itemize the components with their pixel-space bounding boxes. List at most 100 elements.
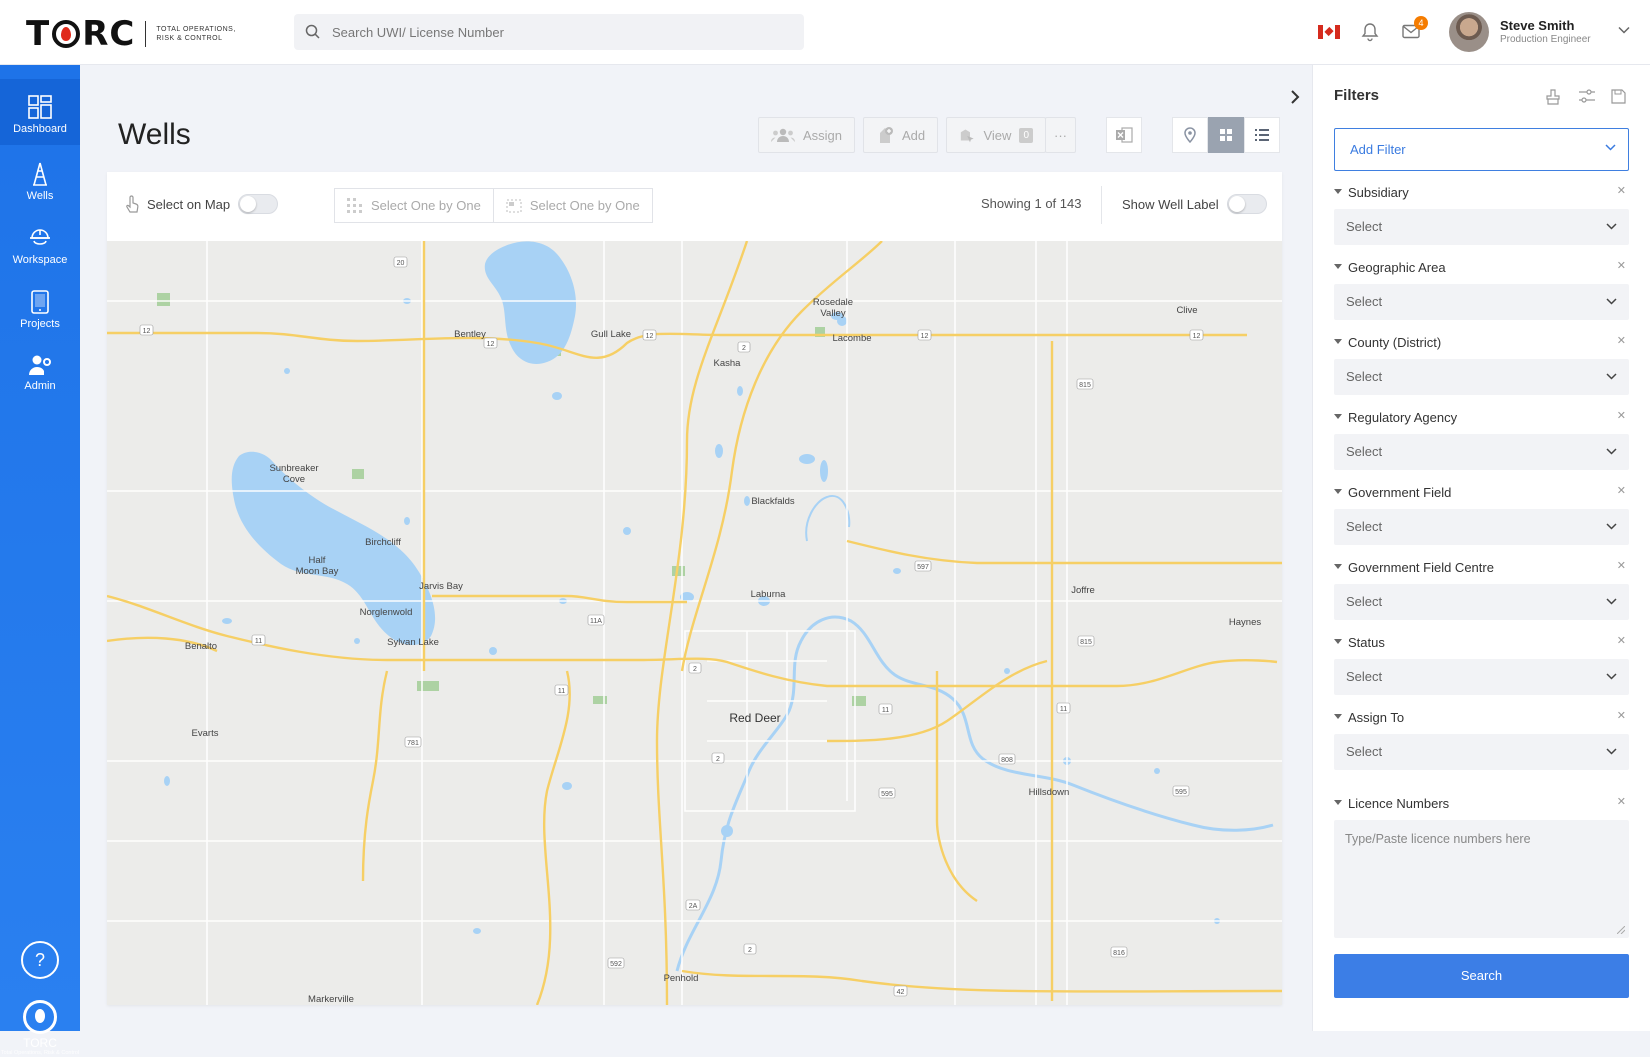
remove-filter-icon[interactable]: ✕ — [1617, 409, 1626, 422]
select-on-map-toggle[interactable] — [238, 194, 279, 214]
filter-select[interactable]: Select — [1334, 584, 1629, 620]
remove-filter-icon[interactable]: ✕ — [1617, 334, 1626, 347]
chevron-down-icon — [1606, 748, 1617, 755]
assign-label: Assign — [803, 127, 843, 143]
add-well-icon — [880, 127, 893, 143]
route-shield: 2 — [688, 662, 702, 674]
chevron-down-icon[interactable] — [1618, 26, 1630, 34]
user-avatar[interactable] — [1449, 12, 1489, 52]
caret-down-icon[interactable] — [1334, 800, 1342, 806]
collapse-panel-chevron-icon[interactable] — [1290, 90, 1300, 104]
export-excel-button[interactable] — [1106, 117, 1142, 153]
filter-label: Geographic Area — [1348, 259, 1446, 275]
user-name[interactable]: Steve Smith — [1500, 18, 1574, 33]
list-view-button[interactable] — [1244, 117, 1280, 153]
select-one-by-one-button-a[interactable]: Select One by One — [335, 189, 494, 222]
footer-logo-name: TORC — [23, 1036, 57, 1050]
sliders-icon[interactable] — [1579, 89, 1595, 103]
search-bar[interactable] — [294, 14, 804, 50]
search-icon — [305, 24, 320, 39]
filter-select[interactable]: Select — [1334, 284, 1629, 320]
route-shield: 2 — [711, 752, 725, 764]
caret-down-icon[interactable] — [1334, 714, 1342, 720]
place-label: Birchcliff — [365, 537, 401, 548]
route-shield: 815 — [1077, 635, 1095, 647]
filter-select-value: Select — [1346, 369, 1383, 384]
add-filter-dropdown[interactable]: Add Filter — [1334, 128, 1629, 171]
filter-select[interactable]: Select — [1334, 659, 1629, 695]
caret-down-icon[interactable] — [1334, 339, 1342, 345]
add-button[interactable]: Add — [863, 117, 939, 153]
place-label: Norglenwold — [360, 607, 413, 618]
grid-view-button[interactable] — [1208, 117, 1244, 153]
map-canvas[interactable]: 20 12 12 12 2 12 12 815 597 11A 11 2 11 … — [107, 241, 1282, 1005]
route-shield: 12 — [483, 337, 498, 349]
assign-button[interactable]: Assign — [758, 117, 856, 153]
filter-select[interactable]: Select — [1334, 359, 1629, 395]
caret-down-icon[interactable] — [1334, 189, 1342, 195]
filter-select-value: Select — [1346, 219, 1383, 234]
remove-filter-icon[interactable]: ✕ — [1617, 259, 1626, 272]
svg-text:815: 815 — [1079, 382, 1091, 389]
view-wells-icon — [960, 129, 974, 143]
place-label: Gull Lake — [591, 329, 631, 340]
remove-filter-icon[interactable]: ✕ — [1617, 559, 1626, 572]
map-toolbar: Select on Map Select One by One Select O… — [107, 172, 1282, 241]
view-button[interactable]: View 0 — [946, 117, 1046, 153]
filter-select[interactable]: Select — [1334, 209, 1629, 245]
filter-select-value: Select — [1346, 294, 1383, 309]
hand-pointer-icon — [126, 195, 139, 213]
map-view-button[interactable] — [1172, 117, 1208, 153]
caret-down-icon[interactable] — [1334, 414, 1342, 420]
licence-numbers-textarea[interactable]: Type/Paste licence numbers here — [1334, 820, 1629, 938]
svg-text:592: 592 — [610, 961, 622, 968]
svg-text:2: 2 — [748, 947, 752, 954]
sidebar-item-projects[interactable]: Projects — [0, 276, 80, 340]
help-button[interactable]: ? — [21, 941, 59, 979]
remove-filter-icon[interactable]: ✕ — [1617, 795, 1626, 808]
resize-handle-icon[interactable] — [1617, 926, 1625, 934]
map-svg[interactable]: 20 12 12 12 2 12 12 815 597 11A 11 2 11 … — [107, 241, 1282, 1005]
filters-title: Filters — [1334, 87, 1380, 104]
remove-filter-icon[interactable]: ✕ — [1617, 634, 1626, 647]
add-filter-label: Add Filter — [1350, 142, 1406, 157]
remove-filter-icon[interactable]: ✕ — [1617, 484, 1626, 497]
filter-label: County (District) — [1348, 334, 1442, 350]
show-well-label-toggle[interactable] — [1226, 194, 1267, 214]
view-label: View — [983, 127, 1012, 143]
sidebar-item-wells[interactable]: Wells — [0, 148, 80, 212]
tablet-icon — [31, 290, 49, 314]
caret-down-icon[interactable] — [1334, 564, 1342, 570]
select-one-by-one-button-b[interactable]: Select One by One — [494, 189, 652, 222]
search-button[interactable]: Search — [1334, 954, 1629, 998]
filter-group: Status ✕ Select — [1334, 633, 1629, 695]
sidebar-item-workspace[interactable]: Workspace — [0, 212, 80, 276]
bell-icon[interactable] — [1361, 22, 1379, 42]
clear-filters-icon[interactable] — [1546, 89, 1560, 105]
more-actions-button[interactable]: ··· — [1045, 117, 1076, 153]
remove-filter-icon[interactable]: ✕ — [1617, 184, 1626, 197]
filter-select[interactable]: Select — [1334, 434, 1629, 470]
svg-text:12: 12 — [487, 341, 495, 348]
route-shield: 2 — [737, 341, 751, 353]
place-label: Red Deer — [729, 711, 780, 725]
save-icon[interactable] — [1611, 89, 1626, 104]
place-label: Bentley — [454, 329, 486, 340]
place-label: Valley — [820, 308, 845, 319]
filter-select[interactable]: Select — [1334, 734, 1629, 770]
filter-select[interactable]: Select — [1334, 509, 1629, 545]
svg-text:11: 11 — [1060, 706, 1067, 713]
svg-text:595: 595 — [1175, 789, 1187, 796]
torc-logo[interactable]: T RC TOTAL OPERATIONS, RISK & CONTROL — [26, 14, 236, 54]
canada-flag-icon[interactable] — [1318, 25, 1340, 39]
caret-down-icon[interactable] — [1334, 264, 1342, 270]
view-count-badge: 0 — [1019, 127, 1033, 143]
remove-filter-icon[interactable]: ✕ — [1617, 709, 1626, 722]
dashboard-icon — [28, 95, 52, 119]
search-input[interactable] — [332, 24, 804, 40]
caret-down-icon[interactable] — [1334, 489, 1342, 495]
grid-icon — [1220, 129, 1232, 141]
sidebar-item-dashboard[interactable]: Dashboard — [0, 79, 80, 145]
sidebar-item-admin[interactable]: Admin — [0, 340, 80, 404]
caret-down-icon[interactable] — [1334, 639, 1342, 645]
